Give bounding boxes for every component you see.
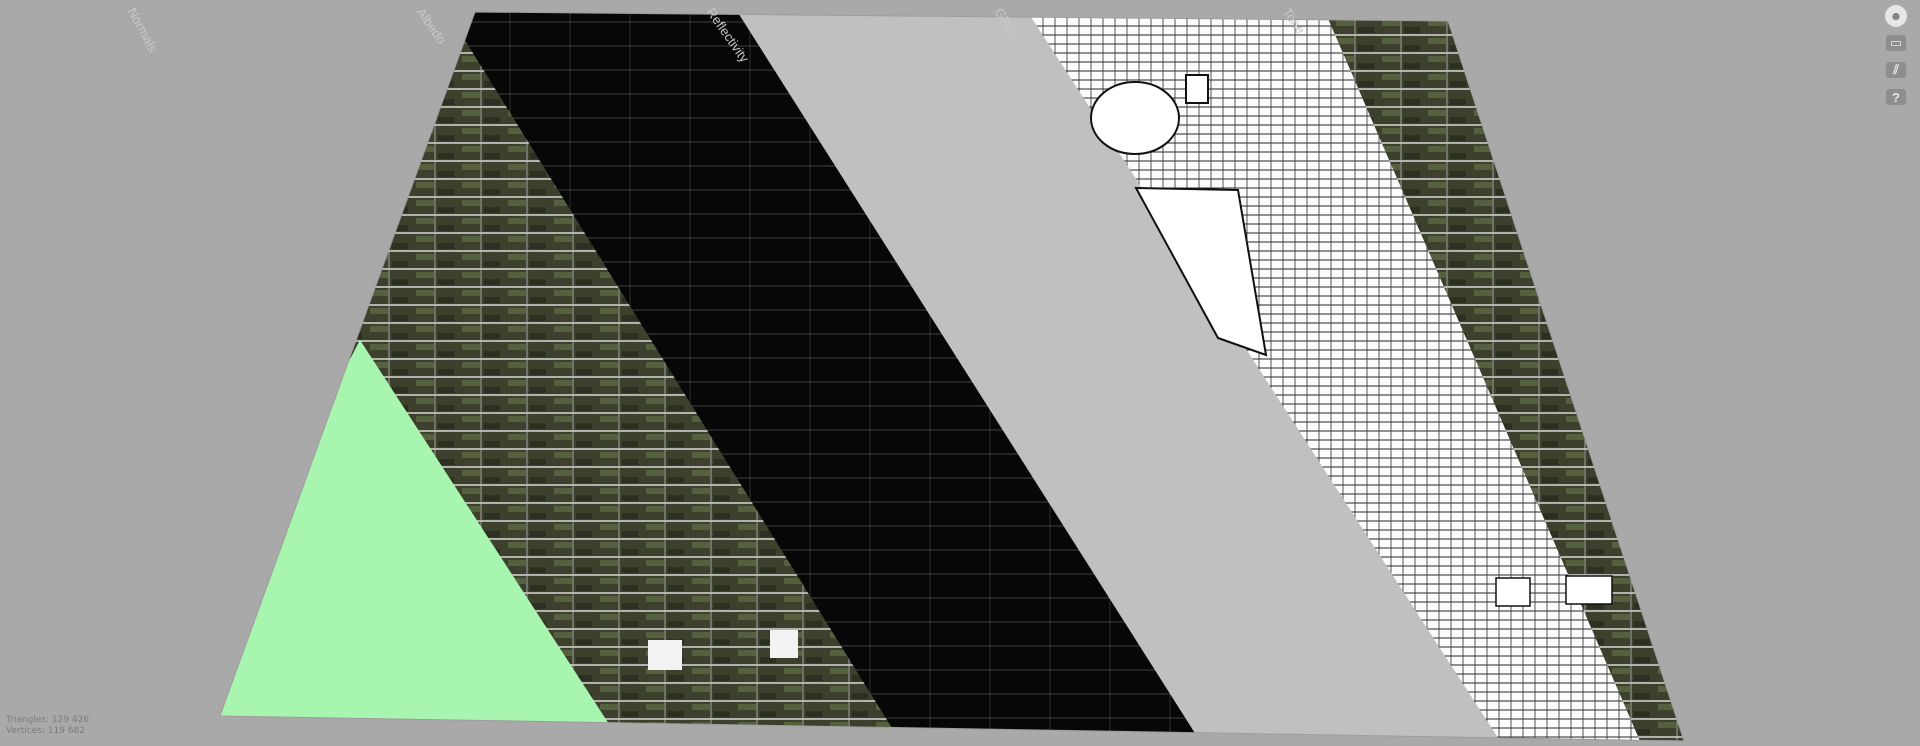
render-stats: Triangles: 129 426 Vertices: 119 682	[6, 715, 89, 737]
terrain-render	[219, 11, 1685, 742]
layers-icon: ▭	[1886, 35, 1906, 51]
viewer-toolbar: ☻ ▭ ⫽ ?	[1884, 4, 1910, 112]
help-icon: ?	[1886, 89, 1906, 105]
layers-button[interactable]: ▭	[1884, 31, 1908, 55]
3d-viewport[interactable]: Normals Albedo Reflectivity Gloss Tone	[0, 0, 1920, 742]
vertex-count: Vertices: 119 682	[6, 726, 86, 736]
skull-icon: ☻	[1885, 5, 1907, 27]
triangle-count: Triangles: 129 426	[6, 715, 90, 725]
stripes-icon: ⫽	[1886, 62, 1906, 78]
help-button[interactable]: ?	[1884, 85, 1908, 109]
stripes-button[interactable]: ⫽	[1884, 58, 1908, 82]
skull-button[interactable]: ☻	[1884, 4, 1908, 28]
